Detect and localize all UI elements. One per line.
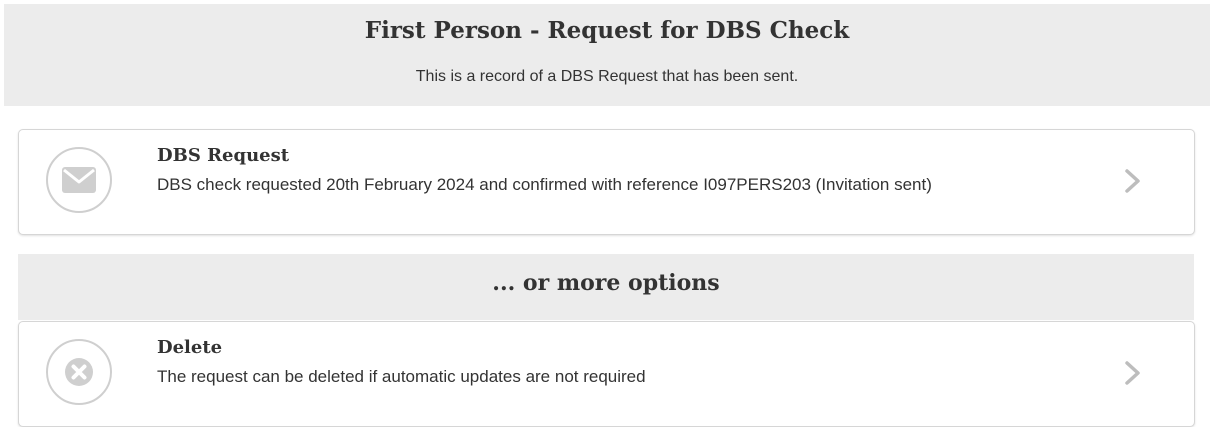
page-subtitle: This is a record of a DBS Request that h… xyxy=(415,68,799,85)
delete-description: The request can be deleted if automatic … xyxy=(157,367,646,386)
page-header: First Person - Request for DBS Check Thi… xyxy=(4,4,1210,106)
chevron-right-icon xyxy=(1125,169,1140,193)
page-title: First Person - Request for DBS Check xyxy=(364,17,850,44)
cross-icon xyxy=(46,339,112,405)
delete-title: Delete xyxy=(157,337,223,358)
more-options-title: ... or more options xyxy=(492,270,720,296)
dbs-request-title: DBS Request xyxy=(157,145,290,166)
dbs-request-description: DBS check requested 20th February 2024 a… xyxy=(157,175,932,194)
delete-card[interactable]: Delete The request can be deleted if aut… xyxy=(18,321,1195,427)
chevron-right-icon xyxy=(1125,361,1140,385)
more-options-bar: ... or more options xyxy=(18,254,1194,320)
dbs-request-card[interactable]: DBS Request DBS check requested 20th Feb… xyxy=(18,129,1195,235)
envelope-icon xyxy=(46,147,112,213)
